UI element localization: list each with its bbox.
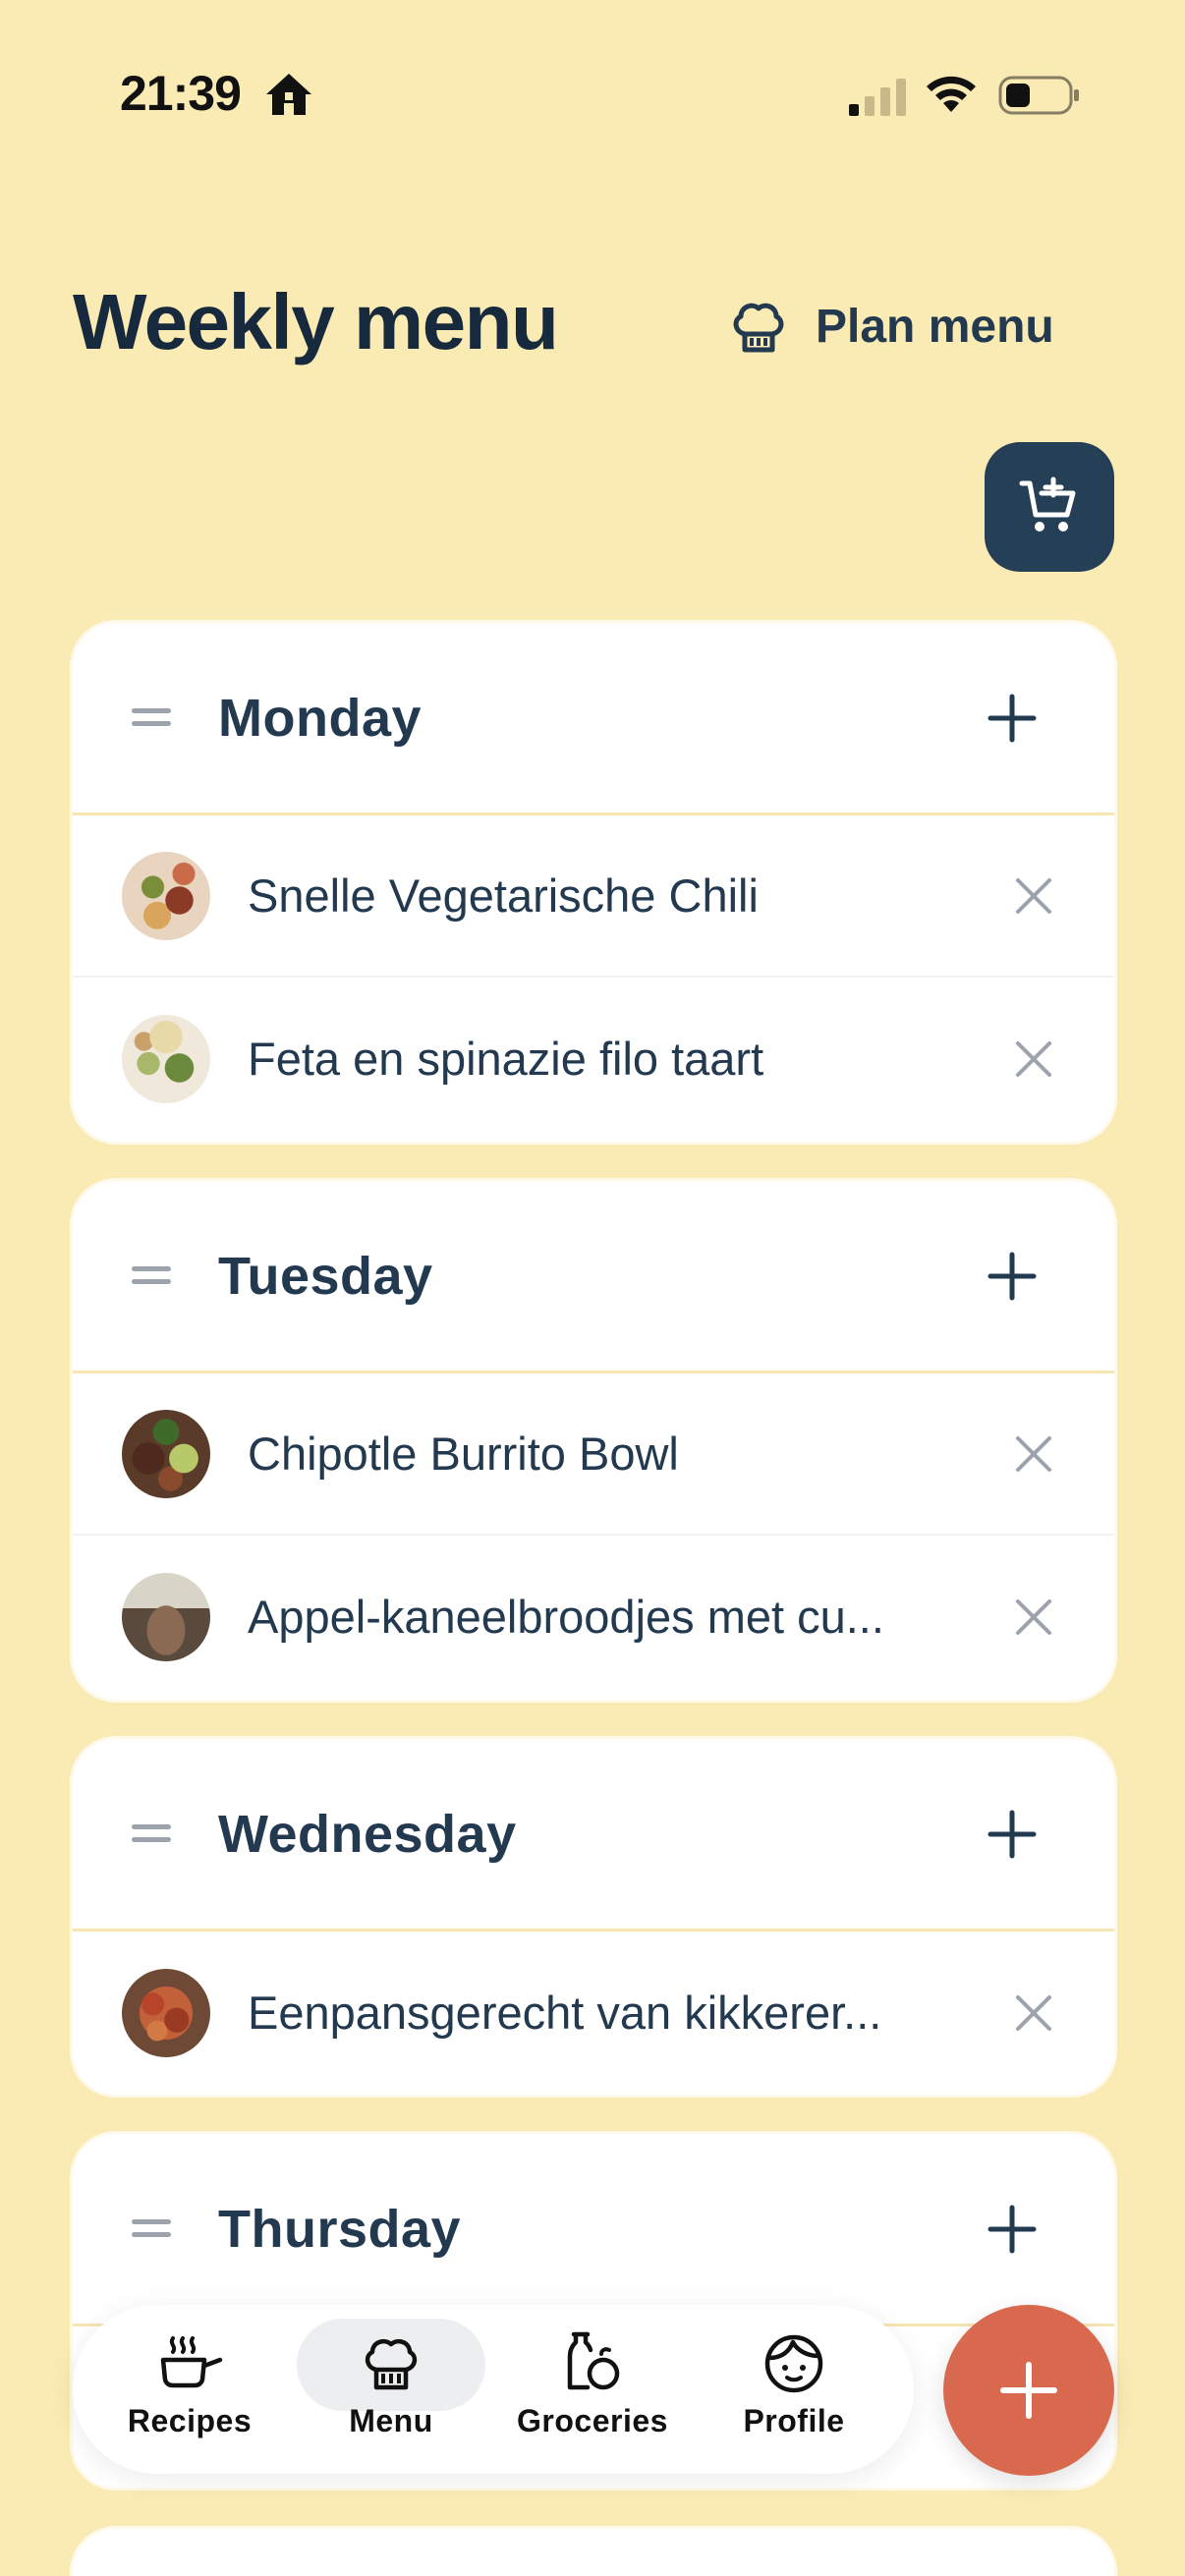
nav-item-groceries[interactable]: Groceries (499, 2326, 686, 2452)
close-icon[interactable] (1010, 1989, 1057, 2037)
recipe-thumbnail (122, 1572, 210, 1661)
day-header: Thursday (73, 2134, 1114, 2326)
add-fab-button[interactable] (943, 2305, 1114, 2476)
nav-label: Groceries (517, 2403, 668, 2438)
day-name: Tuesday (218, 1246, 433, 1306)
cart-add-icon (1019, 476, 1076, 532)
day-name: Monday (218, 688, 423, 748)
plus-icon (1000, 2362, 1057, 2419)
drag-handle-icon[interactable] (132, 2218, 171, 2239)
plan-menu-label: Plan menu (816, 300, 1054, 353)
plan-menu-button[interactable]: Plan menu (727, 287, 1054, 365)
recipe-row[interactable]: Appel-kaneelbroodjes met cu... (73, 1536, 1114, 1698)
nav-item-recipes[interactable]: Recipes (96, 2326, 283, 2452)
chef-hat-icon (365, 2339, 418, 2390)
add-icon[interactable] (983, 2200, 1042, 2259)
recipe-row[interactable]: Snelle Vegetarische Chili (73, 815, 1114, 978)
recipe-thumbnail (122, 851, 210, 940)
day-card-wednesday: Wednesday Eenpansgerecht van kikkerer... (73, 1739, 1114, 2095)
recipe-name: Chipotle Burrito Bowl (248, 1428, 679, 1480)
close-icon[interactable] (1010, 1036, 1057, 1083)
battery-icon (998, 76, 1079, 115)
day-header: Monday (73, 623, 1114, 815)
nav-item-profile[interactable]: Profile (701, 2326, 887, 2452)
day-card-next (73, 2529, 1114, 2576)
profile-face-icon (764, 2334, 823, 2393)
nav-item-menu[interactable]: Menu (298, 2326, 484, 2452)
add-icon[interactable] (983, 689, 1042, 748)
nav-label: Recipes (127, 2403, 253, 2438)
wifi-icon (927, 76, 976, 112)
recipe-row[interactable]: Feta en spinazie filo taart (73, 978, 1114, 1140)
add-to-cart-button[interactable] (985, 442, 1114, 572)
nav-label: Menu (349, 2403, 433, 2438)
recipe-name: Appel-kaneelbroodjes met cu... (248, 1591, 884, 1643)
recipe-thumbnail (122, 1409, 210, 1498)
signal-icon (849, 79, 906, 116)
recipe-row[interactable]: Eenpansgerecht van kikkerer... (73, 1932, 1114, 2094)
page-title: Weekly menu (73, 278, 559, 365)
recipe-thumbnail (122, 1968, 210, 2057)
groceries-icon (567, 2331, 620, 2390)
status-bar: 21:39 (0, 0, 1185, 147)
chef-hat-icon (733, 303, 784, 353)
close-icon[interactable] (1010, 1430, 1057, 1478)
drag-handle-icon[interactable] (132, 1823, 171, 1844)
drag-handle-icon[interactable] (132, 707, 171, 728)
status-time: 21:39 (120, 66, 242, 121)
recipe-name: Feta en spinazie filo taart (248, 1033, 764, 1085)
day-card-tuesday: Tuesday Chipotle Burrito Bowl Appel-kane… (73, 1181, 1114, 1700)
bottom-nav: Recipes Menu Groceries Profile (73, 2305, 914, 2474)
add-icon[interactable] (983, 1805, 1042, 1864)
add-icon[interactable] (983, 1247, 1042, 1306)
close-icon[interactable] (1010, 1594, 1057, 1641)
close-icon[interactable] (1010, 872, 1057, 920)
home-icon (266, 74, 311, 115)
recipe-name: Snelle Vegetarische Chili (248, 869, 759, 922)
pot-icon (160, 2336, 223, 2388)
day-header: Wednesday (73, 1739, 1114, 1932)
day-name: Thursday (218, 2199, 462, 2259)
nav-label: Profile (743, 2403, 845, 2438)
drag-handle-icon[interactable] (132, 1265, 171, 1286)
day-header: Tuesday (73, 1181, 1114, 1373)
recipe-row[interactable]: Chipotle Burrito Bowl (73, 1373, 1114, 1536)
recipe-thumbnail (122, 1014, 210, 1103)
day-name: Wednesday (218, 1804, 517, 1864)
recipe-name: Eenpansgerecht van kikkerer... (248, 1987, 882, 2039)
day-card-monday: Monday Snelle Vegetarische Chili Feta en… (73, 623, 1114, 1142)
